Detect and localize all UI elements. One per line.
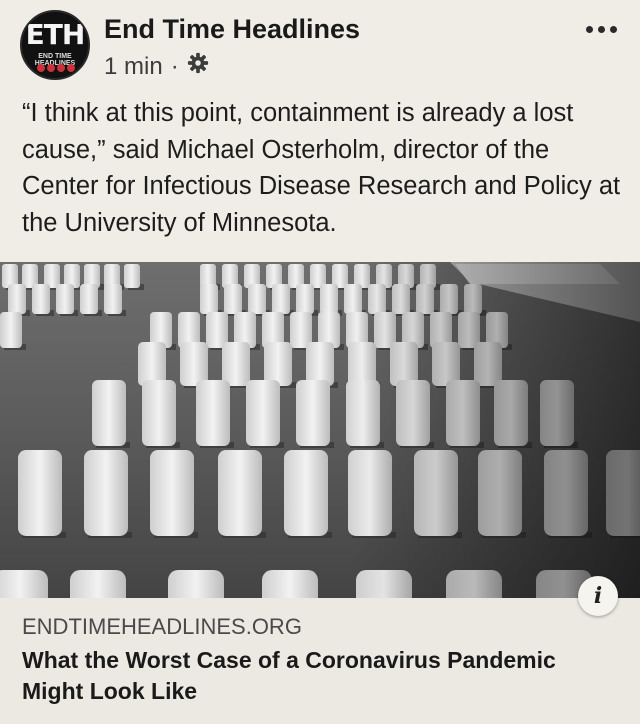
post-text: “I think at this point, containment is a… <box>22 99 621 237</box>
post-timestamp[interactable]: 1 min <box>104 53 163 81</box>
link-preview-card[interactable]: ENDTIMEHEADLINES.ORG What the Worst Case… <box>0 598 640 724</box>
page-name-link[interactable]: End Time Headlines <box>104 14 360 45</box>
avatar-dots <box>37 64 75 72</box>
info-icon[interactable]: i <box>578 576 618 616</box>
cemetery-photo[interactable] <box>0 262 640 598</box>
link-title[interactable]: What the Worst Case of a Coronavirus Pan… <box>22 645 622 707</box>
avatar[interactable]: ETH END TIME HEADLINES <box>20 10 90 80</box>
more-options-icon[interactable] <box>586 22 626 36</box>
meta-separator: · <box>170 52 179 80</box>
post-meta: 1 min · <box>104 52 209 81</box>
gear-icon[interactable] <box>187 52 209 81</box>
link-domain: ENDTIMEHEADLINES.ORG <box>22 614 302 639</box>
avatar-logo-text: ETH <box>25 18 86 51</box>
post-header: ETH END TIME HEADLINES End Time Headline… <box>0 0 640 90</box>
